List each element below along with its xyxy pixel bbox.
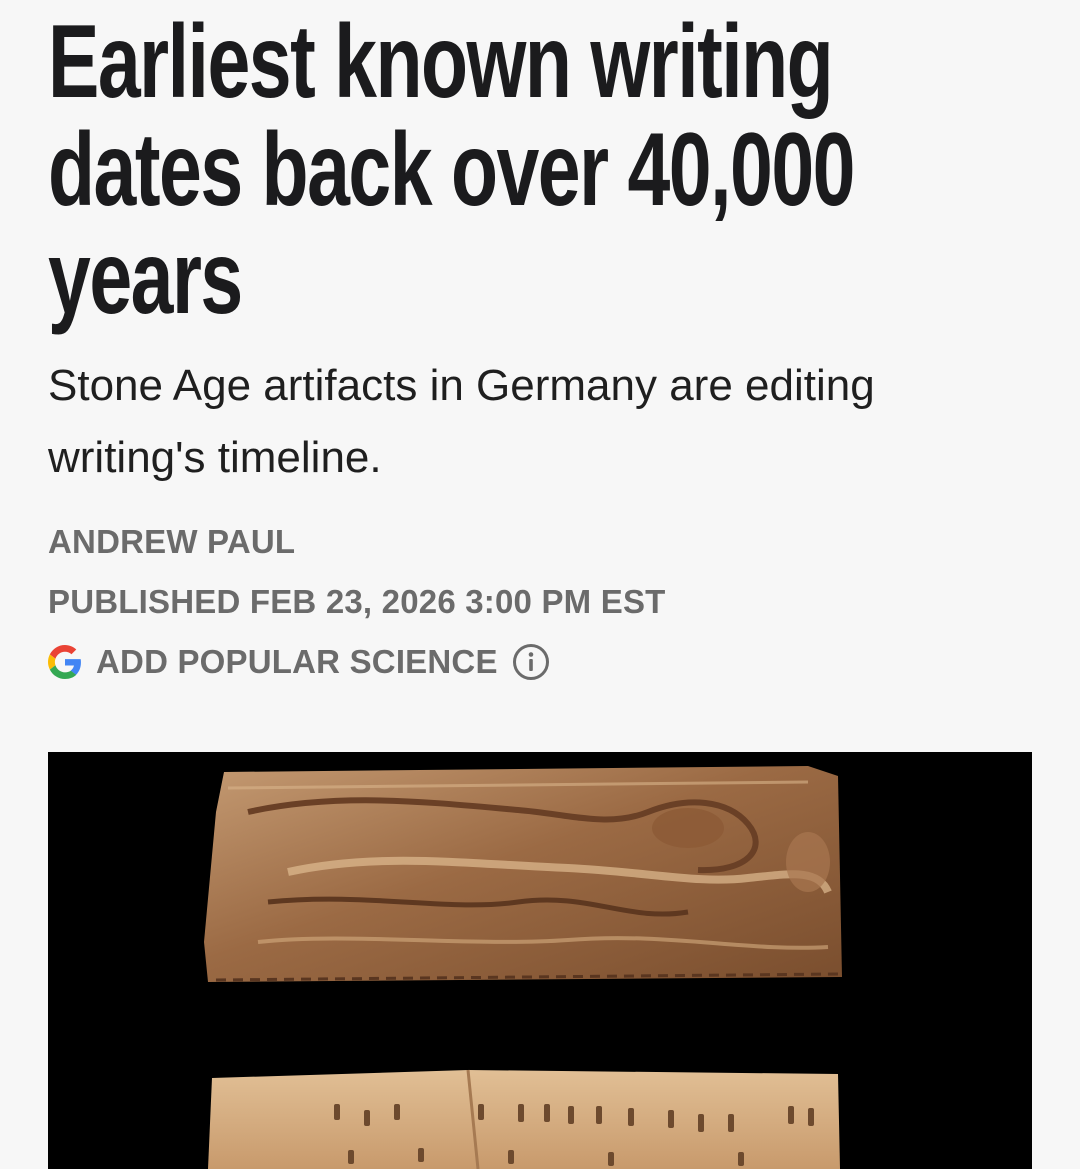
author-byline[interactable]: ANDREW PAUL [48,523,295,561]
add-preferred-source-button[interactable]: ADD POPULAR SCIENCE [48,643,550,681]
article-headline: Earliest known writing dates back over 4… [48,4,855,336]
article-page: Earliest known writing dates back over 4… [0,0,1080,1169]
article-dek: Stone Age artifacts in Germany are editi… [48,361,875,482]
artifact-photo [204,766,842,1169]
info-circle-icon[interactable] [512,643,550,681]
publish-date: PUBLISHED FEB 23, 2026 3:00 PM EST [48,583,666,620]
hero-image [48,752,1032,1169]
notched-ivory-plate [208,1069,840,1169]
carved-ivory-plate [204,766,842,982]
google-g-icon [48,645,82,679]
add-source-label: ADD POPULAR SCIENCE [96,643,498,680]
